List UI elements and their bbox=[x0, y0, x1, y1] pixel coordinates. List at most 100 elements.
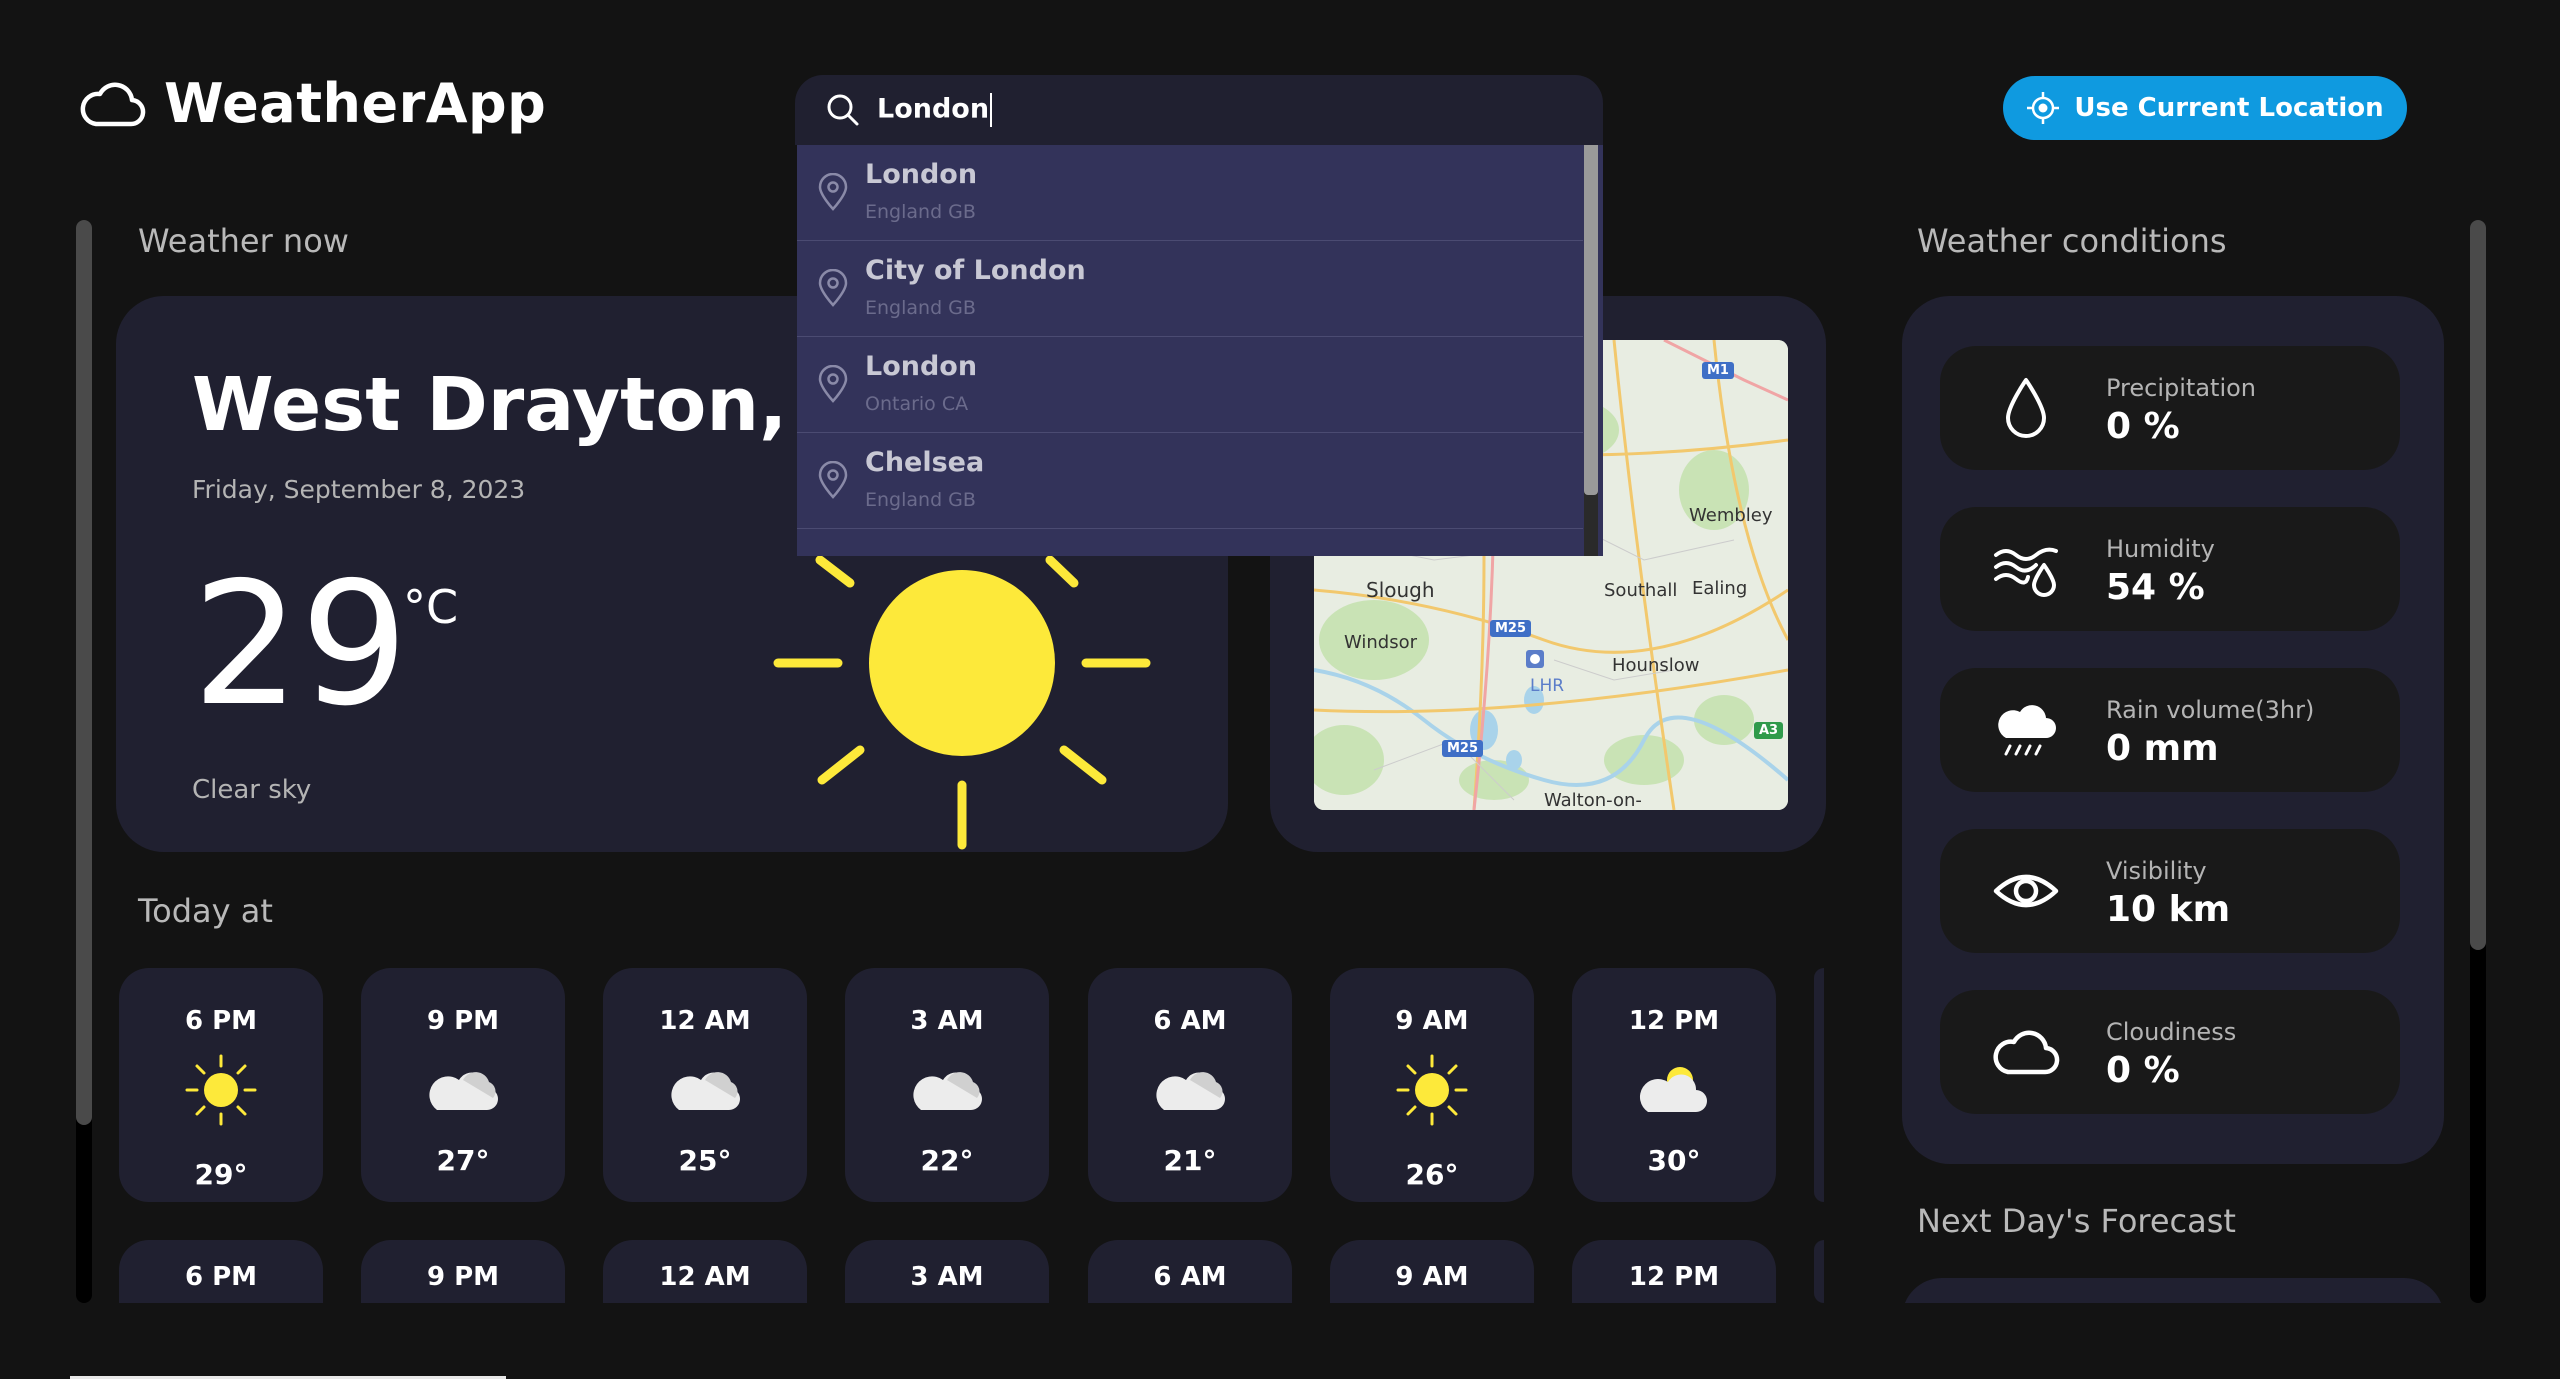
condition-value: 0 mm bbox=[2106, 728, 2219, 769]
wind-card: 6 AM bbox=[1088, 1240, 1292, 1310]
suggestion-item[interactable]: London Ontario CA bbox=[797, 337, 1583, 433]
map-label-windsor: Windsor bbox=[1344, 632, 1418, 653]
wind-time: 6 AM bbox=[1153, 1262, 1227, 1292]
map-label-slough: Slough bbox=[1366, 578, 1435, 602]
hourly-temp: 22° bbox=[920, 1144, 974, 1177]
suggestion-region: England GB bbox=[865, 297, 976, 319]
current-date: Friday, September 8, 2023 bbox=[192, 475, 526, 504]
hourly-card: 6 AM 21° bbox=[1088, 968, 1292, 1202]
next-days-heading: Next Day's Forecast bbox=[1917, 1202, 2236, 1240]
map-label-ealing: Ealing bbox=[1692, 578, 1748, 599]
road-badge-m25-south: M25 bbox=[1442, 740, 1484, 757]
suggestion-item[interactable]: Chelsea England GB bbox=[797, 433, 1583, 529]
wind-time: 3 AM bbox=[910, 1262, 984, 1292]
bottom-bar bbox=[0, 1303, 2560, 1379]
condition-value: 54 % bbox=[2106, 567, 2205, 608]
suggestion-item[interactable]: London England GB bbox=[797, 145, 1583, 241]
condition-value: 0 % bbox=[2106, 1050, 2180, 1091]
hourly-temp: 30° bbox=[1647, 1144, 1701, 1177]
weather-now-heading: Weather now bbox=[138, 222, 349, 260]
road-badge-m25: M25 bbox=[1490, 620, 1532, 637]
wind-time: 12 PM bbox=[1628, 1262, 1720, 1292]
search-field[interactable]: London bbox=[795, 75, 1603, 145]
rain-cloud-icon bbox=[1998, 705, 2056, 756]
sun-icon bbox=[1396, 1054, 1468, 1126]
precipitation-item: Precipitation 0 % bbox=[1940, 346, 2400, 470]
hourly-time: 12 PM bbox=[1628, 1006, 1720, 1036]
road-badge-a3: A3 bbox=[1754, 722, 1784, 739]
suggestion-region: England GB bbox=[865, 489, 976, 511]
hourly-temp: 26° bbox=[1405, 1158, 1459, 1191]
condition-value: 10 km bbox=[2106, 889, 2231, 930]
use-current-location-button[interactable]: Use Current Location bbox=[2003, 76, 2407, 140]
partly-cloudy-icon bbox=[1639, 1067, 1707, 1112]
current-temperature: 29 bbox=[192, 546, 409, 744]
wind-time: 9 AM bbox=[1395, 1262, 1469, 1292]
cloud-logo-icon bbox=[80, 82, 146, 126]
hourly-temp: 25° bbox=[678, 1144, 732, 1177]
map-pin-icon bbox=[818, 269, 848, 307]
location-button-label: Use Current Location bbox=[2074, 93, 2384, 123]
cloud-icon bbox=[671, 1072, 740, 1110]
search-input[interactable]: London bbox=[877, 93, 993, 127]
wind-card: 12 PM bbox=[1572, 1240, 1776, 1310]
search-icon bbox=[827, 94, 859, 126]
app-logo[interactable]: WeatherApp bbox=[78, 72, 546, 135]
map-pin-icon bbox=[818, 365, 848, 403]
condition-label: Rain volume(3hr) bbox=[2106, 696, 2315, 724]
wind-card: 12 AM bbox=[603, 1240, 807, 1310]
rain-volume-item: Rain volume(3hr) 0 mm bbox=[1940, 668, 2400, 792]
wind-card: 9 AM bbox=[1330, 1240, 1534, 1310]
map-pin-icon bbox=[818, 461, 848, 499]
suggestion-item[interactable]: City of London England GB bbox=[797, 241, 1583, 337]
hourly-card: 9 PM 27° bbox=[361, 968, 565, 1202]
wind-card: 9 PM bbox=[361, 1240, 565, 1310]
wind-card: 6 PM bbox=[119, 1240, 323, 1310]
condition-label: Visibility bbox=[2106, 857, 2207, 885]
wind-time: 9 PM bbox=[426, 1262, 500, 1292]
eye-icon bbox=[1993, 874, 2059, 908]
road-badge-m1: M1 bbox=[1702, 362, 1734, 379]
condition-label: Cloudiness bbox=[2106, 1018, 2237, 1046]
wind-card: 3 AM bbox=[845, 1240, 1049, 1310]
hourly-time: 6 PM bbox=[184, 1006, 258, 1036]
humidity-icon bbox=[1994, 547, 2058, 597]
map-label-wembley: Wembley bbox=[1689, 505, 1773, 526]
wind-time: 12 AM bbox=[659, 1262, 751, 1292]
search-suggestions-dropdown[interactable]: London England GB City of London England… bbox=[797, 145, 1603, 556]
droplet-icon bbox=[2006, 378, 2046, 438]
cloud-icon bbox=[429, 1072, 498, 1110]
cloud-icon bbox=[1156, 1072, 1225, 1110]
condition-value: 0 % bbox=[2106, 406, 2180, 447]
hourly-time: 6 AM bbox=[1153, 1006, 1227, 1036]
humidity-item: Humidity 54 % bbox=[1940, 507, 2400, 631]
map-label-lhr: LHR bbox=[1530, 676, 1565, 696]
cloudiness-item: Cloudiness 0 % bbox=[1940, 990, 2400, 1114]
condition-label: Precipitation bbox=[2106, 374, 2257, 402]
sun-icon bbox=[185, 1054, 257, 1126]
suggestion-name: London bbox=[865, 159, 978, 190]
today-at-heading: Today at bbox=[138, 892, 273, 930]
suggestion-name: London bbox=[865, 351, 978, 382]
hourly-time: 9 AM bbox=[1395, 1006, 1469, 1036]
wind-card-overflow bbox=[1814, 1240, 1824, 1303]
hourly-card-overflow bbox=[1814, 968, 1824, 1202]
hourly-temp: 21° bbox=[1163, 1144, 1217, 1177]
map-label-hounslow: Hounslow bbox=[1612, 655, 1700, 676]
hourly-card: 9 AM 26° bbox=[1330, 968, 1534, 1202]
temperature-unit: °C bbox=[403, 580, 459, 634]
hourly-card: 12 PM 30° bbox=[1572, 968, 1776, 1202]
map-label-walton: Walton-on- bbox=[1544, 790, 1642, 810]
visibility-item: Visibility 10 km bbox=[1940, 829, 2400, 953]
app-name: WeatherApp bbox=[164, 72, 547, 135]
suggestions-scrollbar-thumb[interactable] bbox=[1584, 145, 1598, 495]
right-scrollbar-thumb[interactable] bbox=[2470, 220, 2486, 950]
suggestion-region: Ontario CA bbox=[865, 393, 969, 415]
suggestion-name: City of London bbox=[865, 255, 1086, 286]
hourly-card: 3 AM 22° bbox=[845, 968, 1049, 1202]
hourly-temp: 29° bbox=[194, 1158, 248, 1191]
left-scrollbar-thumb[interactable] bbox=[76, 220, 92, 1125]
hourly-card: 6 PM 29° bbox=[119, 968, 323, 1202]
suggestion-region: England GB bbox=[865, 201, 976, 223]
weather-description: Clear sky bbox=[192, 775, 312, 805]
